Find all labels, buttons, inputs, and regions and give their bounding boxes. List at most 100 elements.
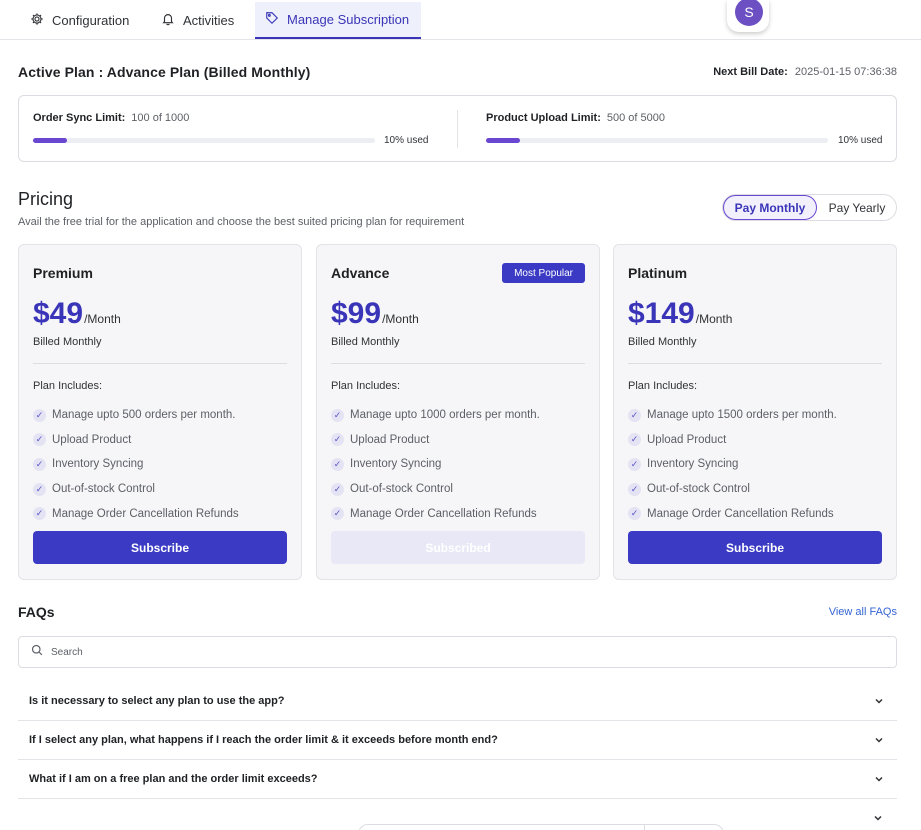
tab-manage-subscription[interactable]: Manage Subscription <box>255 2 421 39</box>
feature-text: Manage Order Cancellation Refunds <box>647 507 834 520</box>
plan-card-advance: Advance Most Popular $99/Month Billed Mo… <box>316 244 600 580</box>
next-bill-date: Next Bill Date: 2025-01-15 07:36:38 <box>713 66 897 78</box>
feature-text: Out-of-stock Control <box>350 483 453 496</box>
faq-item[interactable]: If I select any plan, what happens if I … <box>18 721 897 760</box>
feature-text: Upload Product <box>350 433 430 446</box>
feature-text: Inventory Syncing <box>647 458 739 471</box>
price-period: /Month <box>382 312 419 326</box>
limit-label: Product Upload Limit: <box>486 112 601 124</box>
pricing-subtitle: Avail the free trial for the application… <box>18 216 465 228</box>
order-sync-progress-bar <box>33 138 375 143</box>
search-input[interactable] <box>51 646 851 658</box>
view-all-faqs-link[interactable]: View all FAQs <box>829 606 897 618</box>
check-icon: ✓ <box>33 408 46 422</box>
subscribe-button[interactable]: Subscribe <box>628 531 882 564</box>
tab-label: Configuration <box>52 13 130 28</box>
avatar-menu[interactable]: S <box>727 0 769 32</box>
billing-toggle: Pay Monthly Pay Yearly <box>722 194 897 221</box>
pricing-title: Pricing <box>18 189 74 209</box>
check-icon: ✓ <box>628 433 641 447</box>
feature-item: ✓ Upload Product <box>33 428 239 453</box>
check-icon: ✓ <box>33 457 46 471</box>
limit-value: 100 of 1000 <box>131 112 190 124</box>
feature-text: Manage upto 500 orders per month. <box>52 409 236 422</box>
search-icon <box>31 643 43 661</box>
check-icon: ✓ <box>628 408 641 422</box>
chevron-down-icon <box>875 737 883 743</box>
feature-item: ✓ Out-of-stock Control <box>331 477 540 502</box>
feature-text: Out-of-stock Control <box>647 483 750 496</box>
pay-yearly-option[interactable]: Pay Yearly <box>817 195 897 220</box>
billing-cycle: Billed Monthly <box>33 336 102 348</box>
plan-price: $99/Month <box>331 297 419 331</box>
plan-card-premium: Premium $49/Month Billed Monthly Plan In… <box>18 244 302 580</box>
chevron-down-icon <box>875 698 883 704</box>
feature-list: ✓ Manage upto 1500 orders per month. ✓ Upl… <box>628 403 837 526</box>
faq-item[interactable]: What if I am on a free plan and the orde… <box>18 760 897 799</box>
limit-label: Order Sync Limit: <box>33 112 126 124</box>
next-bill-label: Next Bill Date: <box>713 66 788 78</box>
check-icon: ✓ <box>628 507 641 521</box>
plan-name: Advance <box>331 265 390 281</box>
subscribed-button: Subscribed <box>331 531 585 564</box>
feature-item: ✓ Manage Order Cancellation Refunds <box>33 501 239 526</box>
price-period: /Month <box>695 312 733 326</box>
billing-cycle: Billed Monthly <box>331 336 400 348</box>
feature-item: ✓ Inventory Syncing <box>331 452 540 477</box>
feature-item: ✓ Inventory Syncing <box>33 452 239 477</box>
divider <box>33 363 287 364</box>
plan-name: Premium <box>33 265 93 281</box>
feature-item: ✓ Manage upto 500 orders per month. <box>33 403 239 428</box>
plan-includes-label: Plan Includes: <box>331 380 401 392</box>
product-upload-limit: Product Upload Limit: 500 of 5000 <box>486 112 665 124</box>
feature-item: ✓ Manage upto 1500 orders per month. <box>628 403 837 428</box>
feature-item: ✓ Manage Order Cancellation Refunds <box>628 501 837 526</box>
feature-text: Inventory Syncing <box>52 458 144 471</box>
pay-monthly-option[interactable]: Pay Monthly <box>723 195 817 220</box>
top-nav: Configuration Activities Manage Subscrip… <box>0 0 921 40</box>
plan-card-platinum: Platinum $149/Month Billed Monthly Plan … <box>613 244 897 580</box>
divider <box>628 363 882 364</box>
price-amount: $99 <box>331 297 382 330</box>
check-icon: ✓ <box>331 482 344 496</box>
plan-name: Platinum <box>628 265 688 281</box>
price-amount: $49 <box>33 297 84 330</box>
tab-activities[interactable]: Activities <box>151 2 244 39</box>
feature-item: ✓ Upload Product <box>628 428 837 453</box>
feature-item: ✓ Out-of-stock Control <box>33 477 239 502</box>
check-icon: ✓ <box>628 482 641 496</box>
floating-bar <box>358 824 724 830</box>
feature-text: Inventory Syncing <box>350 458 442 471</box>
feature-text: Out-of-stock Control <box>52 483 155 496</box>
limit-value: 500 of 5000 <box>606 112 666 124</box>
check-icon: ✓ <box>33 482 46 496</box>
plan-price: $49/Month <box>33 297 121 331</box>
faq-question: If I select any plan, what happens if I … <box>29 734 498 746</box>
divider <box>457 110 458 148</box>
tab-label: Activities <box>183 13 235 28</box>
check-icon: ✓ <box>33 433 46 447</box>
check-icon: ✓ <box>33 507 46 521</box>
next-bill-value: 2025-01-15 07:36:38 <box>794 66 897 78</box>
plan-price: $149/Month <box>628 297 732 331</box>
gear-icon <box>30 12 44 29</box>
chevron-down-icon[interactable] <box>872 812 884 824</box>
usage-limits-panel: Order Sync Limit: 100 of 1000 10% used Pr… <box>18 95 897 162</box>
feature-text: Manage upto 1000 orders per month. <box>350 409 540 422</box>
chevron-down-icon <box>875 776 883 782</box>
feature-text: Manage upto 1500 orders per month. <box>647 409 837 422</box>
tab-configuration[interactable]: Configuration <box>20 2 139 39</box>
feature-item: ✓ Manage upto 1000 orders per month. <box>331 403 540 428</box>
faq-search[interactable] <box>18 636 897 668</box>
check-icon: ✓ <box>331 433 344 447</box>
subscribe-button[interactable]: Subscribe <box>33 531 287 564</box>
tab-label: Manage Subscription <box>287 12 410 27</box>
product-upload-progress-bar <box>486 138 828 143</box>
faq-item[interactable]: Is it necessary to select any plan to us… <box>18 682 897 721</box>
check-icon: ✓ <box>331 457 344 471</box>
feature-text: Manage Order Cancellation Refunds <box>350 507 537 520</box>
avatar[interactable]: S <box>735 0 763 26</box>
check-icon: ✓ <box>331 507 344 521</box>
progress-fill <box>33 138 68 143</box>
most-popular-badge: Most Popular <box>502 263 585 283</box>
